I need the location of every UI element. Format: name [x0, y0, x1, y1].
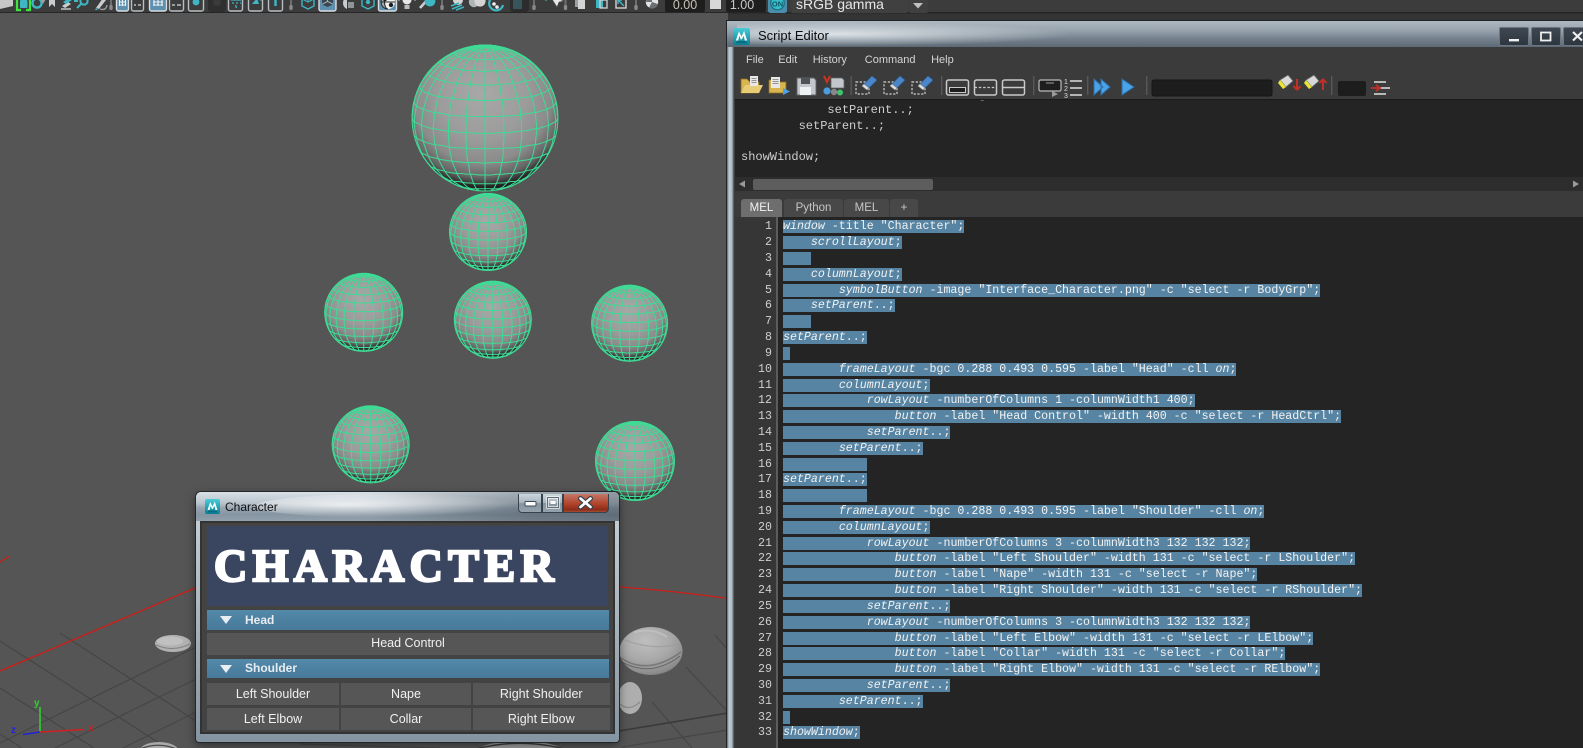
svg-text:1: 1	[1064, 79, 1068, 86]
svg-text:sRGB gamma: sRGB gamma	[796, 0, 884, 12]
svg-text:1.00: 1.00	[730, 0, 754, 12]
svg-text:x: x	[88, 723, 94, 734]
svg-text:y: y	[34, 698, 40, 709]
svg-text:2: 2	[1064, 86, 1068, 93]
svg-text:ON: ON	[772, 0, 783, 9]
svg-text:0.00: 0.00	[673, 0, 697, 12]
svg-text:z: z	[11, 725, 16, 736]
